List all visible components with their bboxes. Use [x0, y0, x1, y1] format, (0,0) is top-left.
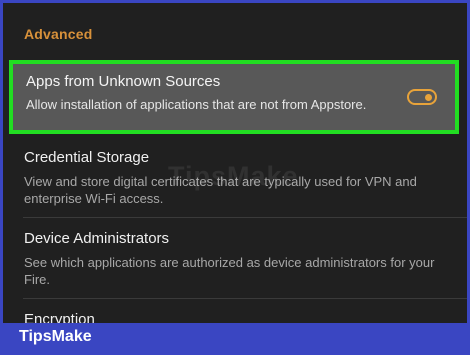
- setting-title: Encryption: [24, 311, 95, 323]
- setting-row-device-administrators[interactable]: Device Administrators See which applicat…: [3, 222, 467, 298]
- setting-row-credential-storage[interactable]: Credential Storage View and store digita…: [3, 141, 467, 217]
- toggle-knob: [425, 94, 432, 101]
- divider: [23, 217, 467, 218]
- setting-title: Apps from Unknown Sources: [26, 73, 221, 90]
- divider: [23, 298, 467, 299]
- setting-row-unknown-sources[interactable]: Apps from Unknown Sources Allow installa…: [9, 60, 459, 134]
- settings-screen: Advanced Apps from Unknown Sources Allow…: [3, 3, 467, 323]
- setting-row-encryption[interactable]: Encryption: [3, 303, 467, 323]
- setting-description: Allow installation of applications that …: [26, 97, 367, 112]
- unknown-sources-toggle[interactable]: [407, 89, 437, 105]
- setting-title: Credential Storage: [24, 149, 150, 166]
- image-frame: Advanced Apps from Unknown Sources Allow…: [0, 0, 470, 355]
- section-header-advanced: Advanced: [24, 26, 93, 42]
- setting-title: Device Administrators: [24, 230, 170, 247]
- brand-logo: TipsMake: [19, 328, 92, 345]
- setting-description: See which applications are authorized as…: [24, 255, 435, 287]
- setting-description: View and store digital certificates that…: [24, 174, 417, 206]
